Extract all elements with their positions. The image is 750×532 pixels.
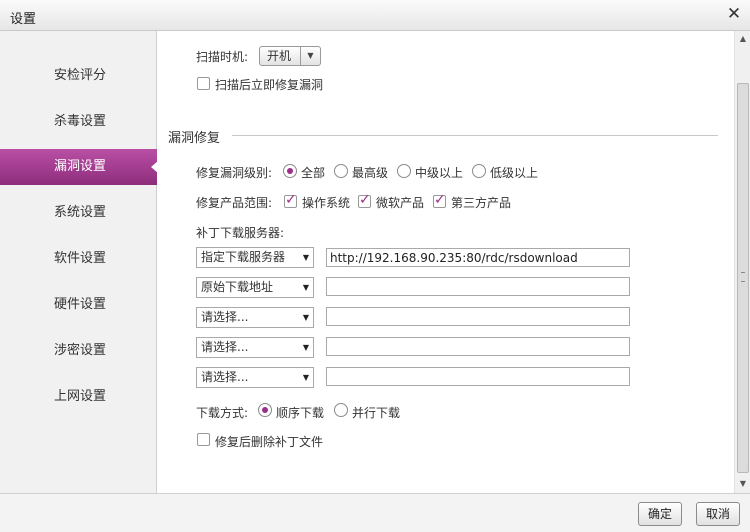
server-select-5[interactable]: 请选择... ▼ [196,367,314,388]
server-select-3[interactable]: 请选择... ▼ [196,307,314,328]
scope-thirdparty-checkbox[interactable] [433,192,446,208]
cancel-button[interactable]: 取消 [696,502,740,526]
settings-content: 扫描时机: 开机 ▼ 扫描后立即修复漏洞 漏洞修复 修复漏洞级别: 全部 最高级… [158,31,734,493]
scroll-up-icon[interactable]: ▲ [738,34,748,43]
window-title: 设置 [10,12,37,27]
server-select-value: 请选择... [201,340,249,354]
title-bar: 设置 ✕ [0,0,750,31]
server-url-input-3[interactable] [326,307,630,326]
ok-button[interactable]: 确定 [638,502,682,526]
download-mode-sequential-label: 顺序下载 [276,406,325,420]
repair-level-label: 修复漏洞级别: [196,166,273,180]
scroll-down-icon[interactable]: ▼ [738,479,748,488]
server-url-input-2[interactable] [326,277,630,296]
scope-os-label: 操作系统 [302,196,351,210]
repair-level-radio-low[interactable] [472,164,486,178]
sidebar-item-hardware[interactable]: 硬件设置 [0,287,157,323]
scope-microsoft-label: 微软产品 [376,196,425,210]
chevron-down-icon: ▼ [302,283,309,292]
scan-timing-label: 扫描时机: [196,50,249,64]
server-url-input-1[interactable] [326,248,630,267]
scope-microsoft-checkbox[interactable] [358,192,371,208]
repair-level-radio-all[interactable] [283,164,297,178]
close-icon[interactable]: ✕ [724,4,744,24]
sidebar-item-security-score[interactable]: 安检评分 [0,58,157,94]
chevron-down-icon: ▼ [302,313,309,322]
section-title-repair: 漏洞修复 [168,131,221,146]
server-url-input-5[interactable] [326,367,630,386]
download-mode-radio-parallel[interactable] [334,403,348,417]
repair-level-low-label: 低级以上 [490,166,539,180]
server-select-value: 请选择... [201,310,249,324]
grip-icon [741,272,745,282]
patch-server-label: 补丁下载服务器: [196,226,285,240]
repair-level-radio-highest[interactable] [334,164,348,178]
server-select-2[interactable]: 原始下载地址 ▼ [196,277,314,298]
chevron-down-icon: ▼ [300,47,320,65]
sidebar: 安检评分 杀毒设置 漏洞设置 系统设置 软件设置 硬件设置 涉密设置 上网设置 [0,31,158,493]
download-mode-parallel-label: 并行下载 [352,406,401,420]
server-select-value: 原始下载地址 [201,280,274,294]
chevron-down-icon: ▼ [302,343,309,352]
chevron-down-icon: ▼ [302,373,309,382]
scope-thirdparty-label: 第三方产品 [451,196,512,210]
sidebar-item-software[interactable]: 软件设置 [0,241,157,277]
repair-level-all-label: 全部 [301,166,326,180]
delete-after-repair-label: 修复后删除补丁文件 [215,435,324,449]
scan-timing-value: 开机 [267,49,292,63]
sidebar-item-vulnerability[interactable]: 漏洞设置 [0,149,158,185]
sidebar-item-antivirus[interactable]: 杀毒设置 [0,104,157,140]
dialog-footer: 确定 取消 [0,493,750,532]
fix-after-scan-checkbox[interactable] [197,77,210,90]
scrollbar-thumb[interactable] [737,83,749,473]
repair-scope-label: 修复产品范围: [196,196,273,210]
download-mode-radio-sequential[interactable] [258,403,272,417]
delete-after-repair-checkbox[interactable] [197,433,210,446]
chevron-down-icon: ▼ [302,253,309,262]
section-divider [232,135,718,136]
fix-after-scan-label: 扫描后立即修复漏洞 [215,78,324,92]
sidebar-item-system[interactable]: 系统设置 [0,195,157,231]
repair-level-highest-label: 最高级 [352,166,389,180]
sidebar-item-classified[interactable]: 涉密设置 [0,333,157,369]
repair-level-radio-medium[interactable] [397,164,411,178]
server-url-input-4[interactable] [326,337,630,356]
repair-level-medium-label: 中级以上 [415,166,464,180]
server-select-value: 指定下载服务器 [201,250,286,264]
server-select-value: 请选择... [201,370,249,384]
vertical-scrollbar[interactable]: ▲ ▼ [734,31,750,493]
scope-os-checkbox[interactable] [284,192,297,208]
scan-timing-dropdown[interactable]: 开机 ▼ [259,46,321,66]
download-mode-label: 下载方式: [196,406,249,420]
sidebar-item-internet[interactable]: 上网设置 [0,379,157,415]
server-select-1[interactable]: 指定下载服务器 ▼ [196,247,314,268]
server-select-4[interactable]: 请选择... ▼ [196,337,314,358]
